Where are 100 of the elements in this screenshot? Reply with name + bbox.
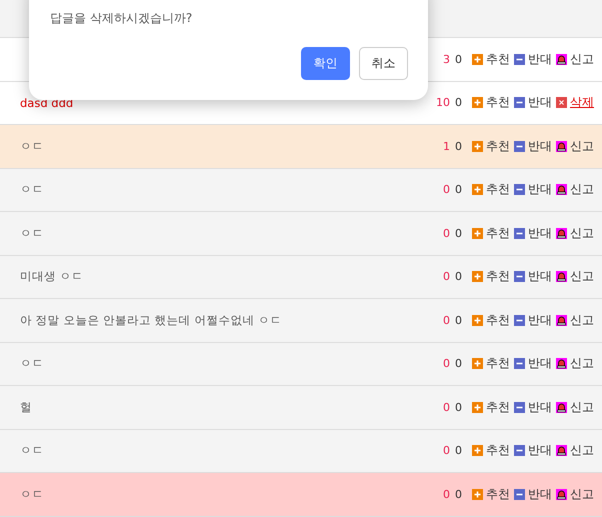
siren-icon[interactable] — [556, 314, 567, 326]
siren-icon[interactable] — [556, 228, 567, 239]
minus-icon[interactable] — [514, 358, 525, 370]
plus-icon[interactable] — [472, 488, 483, 500]
downvote-link[interactable]: 반대 — [528, 312, 552, 329]
downvote-count: 0 — [454, 357, 463, 370]
downvote-link[interactable]: 반대 — [528, 94, 552, 112]
upvote-count: 0 — [442, 270, 450, 284]
comment-text: ㅇㄷ — [20, 486, 45, 502]
upvote-count: 10 — [435, 96, 450, 110]
dialog-message: 답글을 삭제하시겠습니까? — [50, 10, 194, 27]
minus-icon[interactable] — [514, 54, 525, 65]
report-link[interactable]: 신고 — [570, 138, 594, 155]
minus-icon[interactable] — [514, 97, 525, 108]
plus-icon[interactable] — [472, 445, 483, 456]
plus-icon[interactable] — [472, 184, 483, 196]
minus-icon[interactable] — [514, 488, 525, 500]
downvote-count: 0 — [454, 96, 463, 110]
upvote-count: 0 — [442, 314, 450, 327]
report-link[interactable]: 신고 — [570, 50, 594, 68]
plus-icon[interactable] — [472, 54, 483, 65]
downvote-count: 0 — [454, 52, 463, 66]
downvote-link[interactable]: 반대 — [528, 398, 552, 416]
siren-icon[interactable] — [556, 54, 567, 65]
report-link[interactable]: 신고 — [570, 355, 594, 372]
comment-text: ㅇㄷ — [20, 182, 45, 198]
plus-icon[interactable] — [472, 402, 483, 413]
minus-icon[interactable] — [514, 445, 525, 456]
downvote-link[interactable]: 반대 — [528, 50, 552, 68]
comment-text: ㅇㄷ — [20, 443, 45, 458]
siren-icon[interactable] — [556, 358, 567, 370]
downvote-count: 0 — [454, 183, 463, 196]
downvote-link[interactable]: 반대 — [528, 442, 552, 460]
minus-icon[interactable] — [514, 140, 525, 152]
downvote-link[interactable]: 반대 — [528, 138, 552, 155]
upvote-link[interactable]: 추천 — [486, 50, 510, 68]
plus-icon[interactable] — [472, 140, 483, 152]
upvote-count: 0 — [442, 183, 450, 196]
downvote-link[interactable]: 반대 — [528, 268, 552, 286]
comment-text: ㅇㄷ — [20, 356, 45, 372]
downvote-count: 0 — [454, 444, 463, 458]
comment-text: 아 정말 오늘은 안볼라고 했는데 어쩔수없네 ㅇㄷ — [20, 312, 283, 328]
report-link[interactable]: 신고 — [570, 224, 594, 242]
downvote-count: 0 — [454, 400, 463, 414]
upvote-count: 0 — [442, 357, 450, 370]
report-link[interactable]: 신고 — [570, 312, 594, 329]
siren-icon[interactable] — [556, 402, 567, 413]
upvote-link[interactable]: 추천 — [486, 442, 510, 460]
comment-text: ㅇㄷ — [20, 138, 45, 154]
minus-icon[interactable] — [514, 184, 525, 196]
comment-text: 미대생 ㅇㄷ — [20, 269, 85, 284]
plus-icon[interactable] — [472, 358, 483, 370]
downvote-link[interactable]: 반대 — [528, 355, 552, 372]
report-link[interactable]: 신고 — [570, 268, 594, 286]
report-link[interactable]: 신고 — [570, 486, 594, 503]
upvote-count: 0 — [442, 226, 450, 240]
comment-text: 헐 — [20, 400, 33, 415]
downvote-count: 0 — [454, 488, 463, 501]
downvote-link[interactable]: 반대 — [528, 224, 552, 242]
siren-icon[interactable] — [556, 445, 567, 456]
minus-icon[interactable] — [514, 402, 525, 413]
report-link[interactable]: 신고 — [570, 398, 594, 416]
upvote-link[interactable]: 추천 — [486, 94, 510, 112]
downvote-link[interactable]: 반대 — [528, 181, 552, 198]
upvote-count: 1 — [442, 140, 450, 153]
plus-icon[interactable] — [472, 97, 483, 108]
siren-icon[interactable] — [556, 184, 567, 196]
upvote-link[interactable]: 추천 — [486, 268, 510, 286]
confirm-button[interactable]: 확인 — [301, 47, 350, 80]
downvote-count: 0 — [454, 270, 463, 284]
minus-icon[interactable] — [514, 314, 525, 326]
upvote-count: 0 — [442, 488, 450, 501]
plus-icon[interactable] — [472, 314, 483, 326]
upvote-link[interactable]: 추천 — [486, 138, 510, 155]
plus-icon[interactable] — [472, 271, 483, 282]
plus-icon[interactable] — [472, 228, 483, 239]
minus-icon[interactable] — [514, 228, 525, 239]
downvote-count: 0 — [454, 140, 463, 153]
upvote-link[interactable]: 추천 — [486, 224, 510, 242]
upvote-link[interactable]: 추천 — [486, 312, 510, 329]
upvote-count: 0 — [442, 400, 450, 414]
delete-link[interactable]: 삭제 — [570, 94, 594, 112]
siren-icon[interactable] — [556, 488, 567, 500]
report-link[interactable]: 신고 — [570, 181, 594, 198]
cancel-button[interactable]: 취소 — [359, 47, 408, 80]
downvote-link[interactable]: 반대 — [528, 486, 552, 503]
upvote-count: 0 — [442, 444, 450, 458]
upvote-link[interactable]: 추천 — [486, 181, 510, 198]
downvote-count: 0 — [454, 226, 463, 240]
report-link[interactable]: 신고 — [570, 442, 594, 460]
siren-icon[interactable] — [556, 271, 567, 282]
downvote-count: 0 — [454, 314, 463, 327]
comment-text: ㅇㄷ — [20, 226, 45, 241]
upvote-link[interactable]: 추천 — [486, 486, 510, 503]
minus-icon[interactable] — [514, 271, 525, 282]
delete-icon[interactable] — [556, 97, 567, 108]
upvote-link[interactable]: 추천 — [486, 355, 510, 372]
upvote-link[interactable]: 추천 — [486, 398, 510, 416]
siren-icon[interactable] — [556, 140, 567, 152]
upvote-count: 3 — [442, 52, 450, 66]
